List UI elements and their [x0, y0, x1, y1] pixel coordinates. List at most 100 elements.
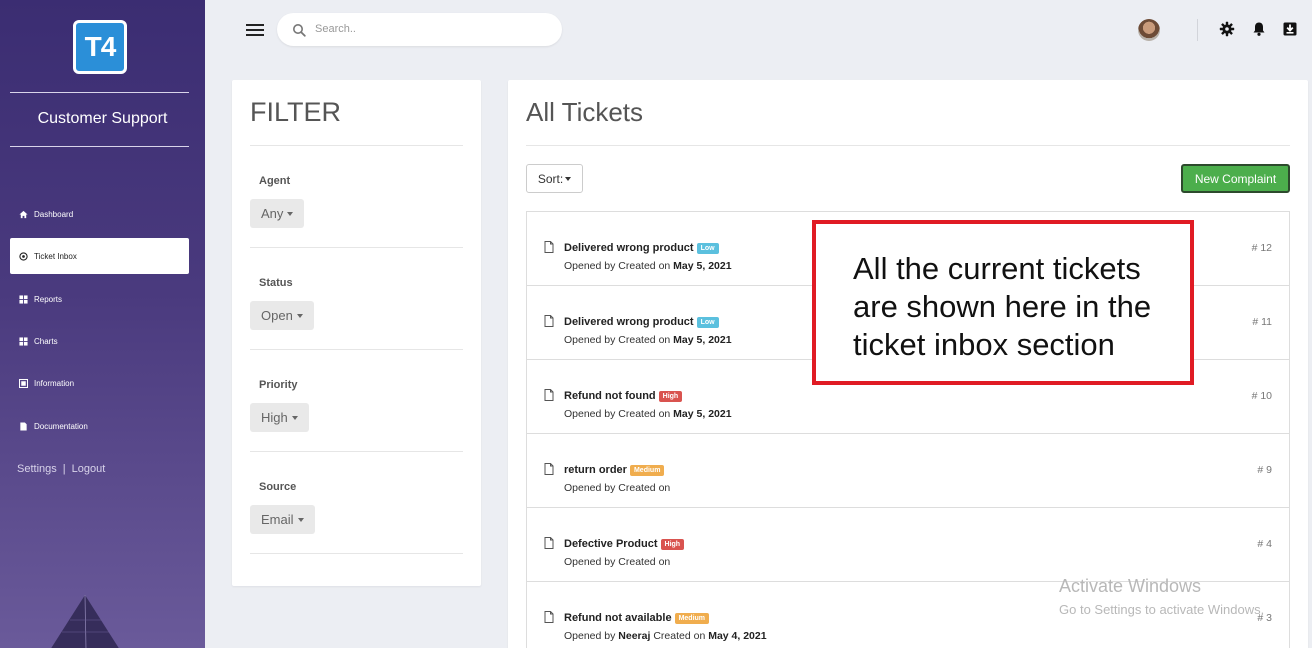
- agent-dropdown[interactable]: Any: [250, 199, 305, 228]
- file-icon: [544, 241, 554, 253]
- source-value: Email: [261, 512, 294, 527]
- source-dropdown[interactable]: Email: [250, 505, 315, 534]
- file-icon: [544, 315, 554, 327]
- tickets-divider: [526, 145, 1290, 146]
- meta-prefix: Opened by: [564, 482, 616, 494]
- ticket-creator: Neeraj: [618, 630, 651, 642]
- sidebar-divider: [10, 146, 189, 147]
- source-label: Source: [259, 481, 297, 493]
- ticket-meta: Opened by Created on: [564, 482, 670, 494]
- ticket-subject: Delivered wrong product Low: [564, 242, 719, 254]
- ticket-date: May 5, 2021: [673, 260, 732, 272]
- sidebar-item-label: Ticket Inbox: [34, 251, 77, 261]
- caret-down-icon: [565, 176, 572, 181]
- meta-created: Created on: [618, 334, 671, 346]
- app-logo[interactable]: T4: [73, 20, 127, 74]
- meta-prefix: Opened by: [564, 408, 616, 420]
- sidebar-item-charts[interactable]: Charts: [10, 323, 189, 359]
- ticket-subject-text[interactable]: Delivered wrong product: [564, 242, 694, 254]
- meta-prefix: Opened by: [564, 630, 616, 642]
- meta-created: Created on: [618, 408, 671, 420]
- ticket-subject-text[interactable]: Delivered wrong product: [564, 316, 694, 328]
- grid-icon: [18, 336, 28, 346]
- filter-divider: [250, 145, 463, 146]
- sort-dropdown[interactable]: Sort:: [526, 164, 583, 193]
- meta-created: Created on: [618, 260, 671, 272]
- info-grid-icon: [18, 378, 28, 388]
- ticket-subject-text[interactable]: Refund not found: [564, 390, 656, 402]
- new-complaint-button[interactable]: New Complaint: [1181, 164, 1290, 193]
- sidebar-item-dashboard[interactable]: Dashboard: [10, 196, 189, 232]
- sidebar-item-label: Information: [34, 378, 75, 388]
- ticket-meta: Opened by Created on: [564, 556, 670, 568]
- watermark-title: Activate Windows: [1059, 576, 1202, 596]
- menu-icon[interactable]: [246, 24, 264, 38]
- search-icon: [293, 24, 306, 37]
- ticket-subject: Defective Product High: [564, 538, 685, 550]
- sidebar-item-ticket-inbox[interactable]: Ticket Inbox: [10, 238, 189, 274]
- priority-dropdown[interactable]: High: [250, 403, 309, 432]
- ticket-number: # 4: [1257, 538, 1272, 550]
- inbox-icon: [18, 251, 28, 261]
- ticket-number: # 9: [1257, 464, 1272, 476]
- gear-icon[interactable]: [1219, 21, 1235, 37]
- ticket-row[interactable]: Defective Product High Opened by Created …: [527, 508, 1289, 582]
- sidebar-item-reports[interactable]: Reports: [10, 281, 189, 317]
- ticket-number: # 12: [1251, 242, 1272, 254]
- caret-down-icon: [287, 211, 294, 216]
- annotation-line: All the current tickets: [853, 251, 1141, 286]
- home-icon: [18, 209, 28, 219]
- ticket-row[interactable]: return order Medium Opened by Created on …: [527, 434, 1289, 508]
- agent-label: Agent: [259, 175, 291, 187]
- priority-badge: High: [658, 391, 683, 402]
- caret-down-icon: [291, 415, 298, 420]
- ticket-meta: Opened by Neeraj Created on May 4, 2021: [564, 630, 767, 642]
- caret-down-icon: [296, 313, 303, 318]
- page-title: All Tickets: [526, 97, 644, 127]
- sidebar-item-label: Dashboard: [34, 209, 74, 219]
- ticket-meta: Opened by Created on May 5, 2021: [564, 260, 732, 272]
- sort-label: Sort:: [537, 171, 564, 186]
- meta-prefix: Opened by: [564, 556, 616, 568]
- building-illustration: [51, 594, 119, 648]
- annotation-line: are shown here in the: [853, 289, 1152, 324]
- ticket-subject-text[interactable]: Refund not available: [564, 612, 672, 624]
- ticket-subject-text[interactable]: return order: [564, 464, 627, 476]
- priority-badge: Medium: [674, 613, 710, 624]
- priority-label: Priority: [259, 379, 298, 391]
- file-icon: [544, 389, 554, 401]
- meta-created: Created on: [618, 556, 671, 568]
- sidebar: T4 Customer Support Dashboard Ticket Inb…: [0, 0, 205, 648]
- priority-value: High: [261, 410, 288, 425]
- download-icon[interactable]: [1282, 21, 1298, 37]
- link-separator: |: [62, 463, 66, 475]
- ticket-subject: Refund not available Medium: [564, 612, 710, 624]
- avatar[interactable]: [1138, 19, 1160, 41]
- filter-divider: [250, 247, 463, 248]
- filter-divider: [250, 451, 463, 452]
- watermark-subtitle: Go to Settings to activate Windows.: [1059, 602, 1265, 617]
- annotation-callout: All the current tickets are shown here i…: [812, 220, 1194, 385]
- settings-link[interactable]: Settings: [17, 463, 57, 475]
- ticket-subject-text[interactable]: Defective Product: [564, 538, 658, 550]
- status-dropdown[interactable]: Open: [250, 301, 314, 330]
- annotation-line: ticket inbox section: [853, 327, 1115, 362]
- ticket-number: # 10: [1251, 390, 1272, 402]
- priority-badge: Low: [696, 243, 719, 254]
- logout-link[interactable]: Logout: [72, 463, 106, 475]
- header-divider: [1197, 19, 1198, 41]
- sidebar-item-documentation[interactable]: Documentation: [10, 408, 189, 444]
- status-value: Open: [261, 308, 293, 323]
- file-icon: [544, 463, 554, 475]
- sidebar-item-label: Reports: [34, 294, 63, 304]
- ticket-subject: return order Medium: [564, 464, 665, 476]
- meta-created: Created on: [653, 630, 706, 642]
- priority-badge: Medium: [629, 465, 665, 476]
- ticket-meta: Opened by Created on May 5, 2021: [564, 334, 732, 346]
- activation-watermark: Activate Windows Go to Settings to activ…: [1059, 576, 1264, 617]
- sidebar-item-label: Charts: [34, 336, 58, 346]
- bell-icon[interactable]: [1251, 21, 1267, 37]
- search-bar[interactable]: [277, 13, 562, 46]
- search-input[interactable]: [315, 19, 545, 39]
- sidebar-item-information[interactable]: Information: [10, 365, 189, 401]
